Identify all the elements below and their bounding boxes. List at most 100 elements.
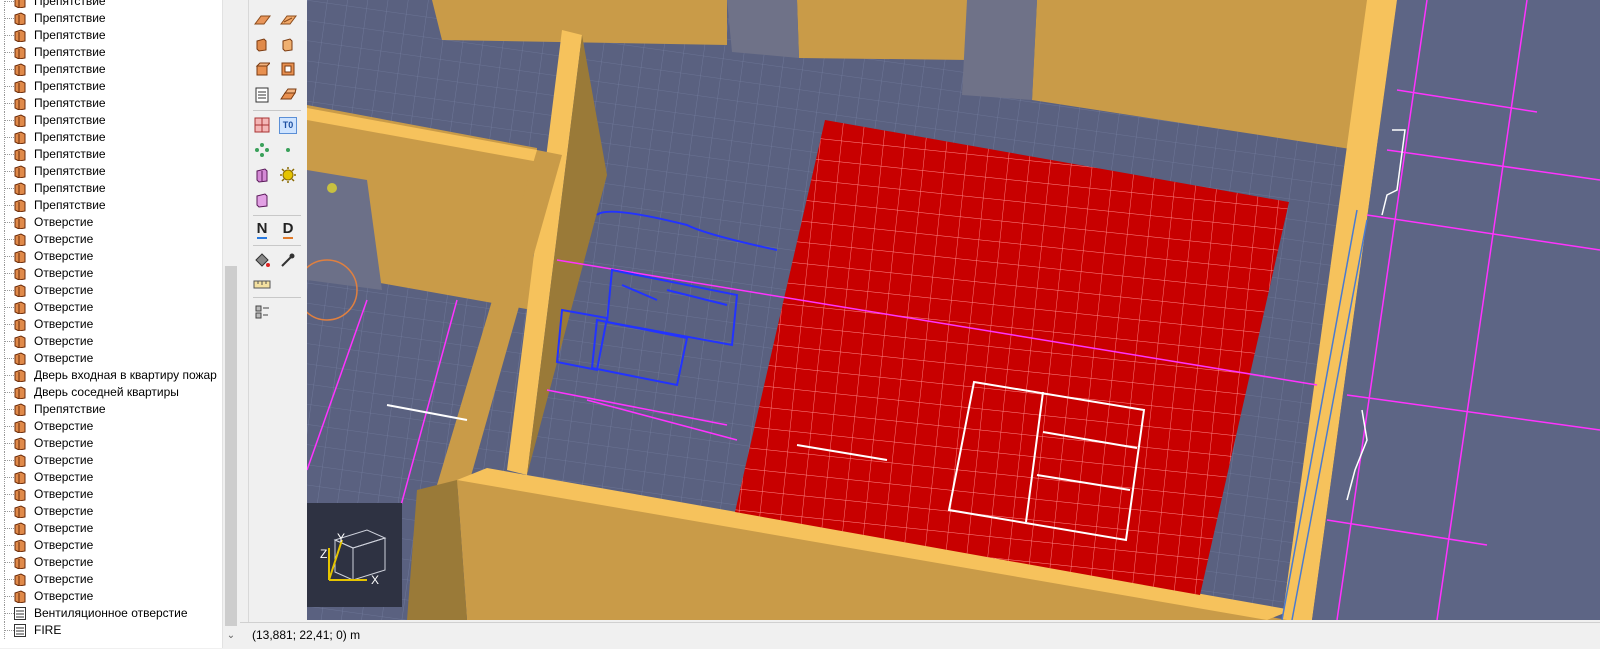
tree-item-label: Отверстие: [34, 334, 94, 348]
tree-item[interactable]: Отверстие: [0, 248, 222, 265]
tree-item-label: Препятствие: [34, 164, 106, 178]
obstruction-tool-2-icon[interactable]: [277, 33, 299, 55]
device-tool-icon[interactable]: [251, 139, 273, 161]
3d-viewport[interactable]: X Y Z: [307, 0, 1600, 620]
block-tool-icon[interactable]: [251, 58, 273, 80]
eyedropper-icon[interactable]: [277, 249, 299, 271]
tree-item[interactable]: Препятствие: [0, 129, 222, 146]
box-icon: [14, 97, 26, 111]
point-tool-icon[interactable]: [277, 139, 299, 161]
box-icon: [14, 590, 26, 604]
tree-item-label: Вентиляционное отверстие: [34, 606, 188, 620]
tree-scrollbar[interactable]: ⌄: [222, 0, 239, 648]
list-icon: [14, 624, 26, 637]
box-icon: [14, 556, 26, 570]
tree-item[interactable]: Отверстие: [0, 418, 222, 435]
tree-item[interactable]: Отверстие: [0, 486, 222, 503]
box-icon: [14, 335, 26, 349]
tree-item-label: Отверстие: [34, 538, 94, 552]
tree-item[interactable]: Дверь соседней квартиры: [0, 384, 222, 401]
tree-item[interactable]: FIRE: [0, 622, 222, 639]
tree-item[interactable]: Препятствие: [0, 112, 222, 129]
tree-item[interactable]: Отверстие: [0, 571, 222, 588]
fire-tool-icon[interactable]: [277, 164, 299, 186]
align-tool-icon[interactable]: [251, 301, 273, 323]
tree-item-label: Препятствие: [34, 402, 106, 416]
box-icon: [14, 0, 26, 9]
slab-tool-icon[interactable]: [251, 8, 273, 30]
slab-tool-2-icon[interactable]: [277, 8, 299, 30]
box-icon: [14, 505, 26, 519]
tree-item-label: Отверстие: [34, 232, 94, 246]
tree-item[interactable]: Препятствие: [0, 163, 222, 180]
tree-item-label: Отверстие: [34, 470, 94, 484]
tree-item[interactable]: Отверстие: [0, 503, 222, 520]
tree-item[interactable]: Отверстие: [0, 350, 222, 367]
tree-item[interactable]: Вентиляционное отверстие: [0, 605, 222, 622]
tree-item-label: Дверь соседней квартиры: [34, 385, 179, 399]
box-icon: [14, 403, 26, 417]
paint-bucket-icon[interactable]: [251, 249, 273, 271]
box-icon: [14, 318, 26, 332]
obstruction-tool-icon[interactable]: [251, 33, 273, 55]
measure-ruler-icon[interactable]: [251, 274, 273, 296]
tree-item[interactable]: Препятствие: [0, 95, 222, 112]
tree-item[interactable]: Отверстие: [0, 333, 222, 350]
wall-top-mid: [797, 0, 969, 60]
stair-tool-icon[interactable]: [277, 84, 299, 106]
box-icon: [14, 233, 26, 247]
tree-item-label: FIRE: [34, 623, 62, 637]
box-icon: [14, 131, 26, 145]
tree-item[interactable]: Дверь входная в квартиру пожар: [0, 367, 222, 384]
scrollbar-thumb[interactable]: [225, 266, 237, 626]
tree-item[interactable]: Отверстие: [0, 265, 222, 282]
fire-grid: [735, 120, 1289, 595]
object-tree[interactable]: Препятствие Препятствие Препятствие Препятс…: [0, 0, 222, 648]
tree-item[interactable]: Препятствие: [0, 180, 222, 197]
tree-item[interactable]: Препятствие: [0, 146, 222, 163]
tree-item-label: Препятствие: [34, 79, 106, 93]
x-axis-label: X: [371, 573, 379, 587]
tree-item-label: Отверстие: [34, 436, 94, 450]
tree-item[interactable]: Препятствие: [0, 61, 222, 78]
box-icon: [14, 250, 26, 264]
split-tool-icon[interactable]: [251, 114, 273, 136]
tree-item-label: Препятствие: [34, 28, 106, 42]
z-axis-label: Z: [320, 547, 327, 561]
scroll-down-arrow[interactable]: ⌄: [225, 630, 237, 642]
list-tool-icon[interactable]: [251, 84, 273, 106]
tree-item[interactable]: Препятствие: [0, 27, 222, 44]
text-tool-icon[interactable]: T0: [277, 114, 299, 136]
tree-item-label: Препятствие: [34, 62, 106, 76]
tree-item[interactable]: Отверстие: [0, 316, 222, 333]
tree-item-label: Отверстие: [34, 555, 94, 569]
vent-tool-icon[interactable]: [251, 164, 273, 186]
tree-item[interactable]: Препятствие: [0, 10, 222, 27]
north-tool-icon[interactable]: N: [251, 219, 273, 241]
tree-item[interactable]: Отверстие: [0, 520, 222, 537]
tree-item[interactable]: Отверстие: [0, 282, 222, 299]
tree-item[interactable]: Препятствие: [0, 197, 222, 214]
tree-item-label: Препятствие: [34, 113, 106, 127]
scene-canvas[interactable]: X Y Z: [307, 0, 1600, 620]
tree-item[interactable]: Отверстие: [0, 435, 222, 452]
cursor-coordinates: (13,881; 22,41; 0) m: [252, 628, 361, 642]
tree-item[interactable]: Отверстие: [0, 231, 222, 248]
tree-item-label: Отверстие: [34, 215, 94, 229]
box-icon: [14, 420, 26, 434]
tree-item[interactable]: Отверстие: [0, 554, 222, 571]
hole-tool-icon[interactable]: [277, 58, 299, 80]
wall-tool-icon[interactable]: [251, 189, 273, 211]
tree-item-label: Препятствие: [34, 11, 106, 25]
tree-item[interactable]: Отверстие: [0, 452, 222, 469]
tree-item[interactable]: Препятствие: [0, 78, 222, 95]
tree-item[interactable]: Препятствие: [0, 0, 222, 10]
tree-item[interactable]: Препятствие: [0, 401, 222, 418]
tree-item[interactable]: Отверстие: [0, 537, 222, 554]
tree-item[interactable]: Препятствие: [0, 44, 222, 61]
tree-item[interactable]: Отверстие: [0, 299, 222, 316]
dimension-tool-icon[interactable]: D: [277, 219, 299, 241]
tree-item[interactable]: Отверстие: [0, 588, 222, 605]
tree-item[interactable]: Отверстие: [0, 214, 222, 231]
tree-item[interactable]: Отверстие: [0, 469, 222, 486]
